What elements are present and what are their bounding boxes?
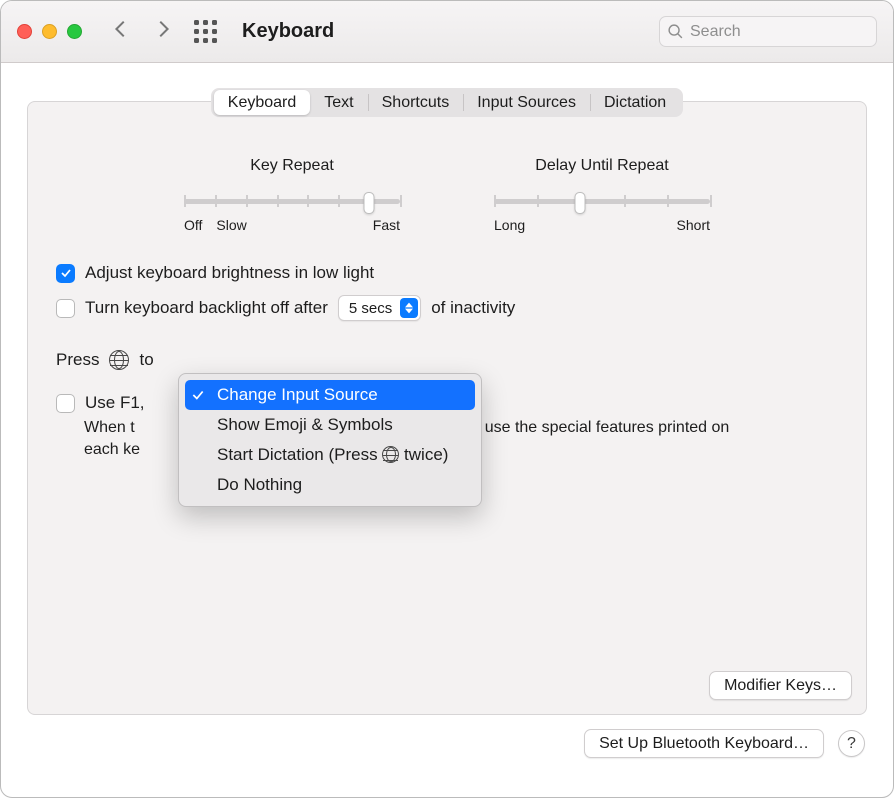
key-repeat-marks: OffSlow Fast (184, 217, 400, 233)
tab-text[interactable]: Text (310, 90, 367, 115)
tab-bar-wrap: Keyboard Text Shortcuts Input Sources Di… (28, 88, 866, 117)
menu-item-show-emoji[interactable]: Show Emoji & Symbols (185, 410, 475, 440)
tab-dictation[interactable]: Dictation (590, 90, 680, 115)
checkmark-icon (189, 388, 207, 402)
use-fn-label: Use F1, (85, 393, 145, 413)
search-input[interactable] (659, 16, 877, 47)
help-button[interactable]: ? (838, 730, 865, 757)
modifier-keys-button[interactable]: Modifier Keys… (709, 671, 852, 700)
tab-keyboard[interactable]: Keyboard (214, 90, 311, 115)
tab-shortcuts[interactable]: Shortcuts (368, 90, 464, 115)
backlight-off-label-before: Turn keyboard backlight off after (85, 298, 328, 318)
setup-bluetooth-button[interactable]: Set Up Bluetooth Keyboard… (584, 729, 824, 758)
delay-slider[interactable] (494, 189, 710, 211)
close-window-button[interactable] (17, 24, 32, 39)
menu-item-label: Change Input Source (217, 385, 378, 405)
row-adjust-brightness: Adjust keyboard brightness in low light (56, 263, 838, 283)
delay-thumb[interactable] (575, 192, 586, 214)
menu-item-label: Do Nothing (217, 475, 302, 495)
sliders-row: Key Repeat OffSlow (28, 157, 866, 233)
tab-bar: Keyboard Text Shortcuts Input Sources Di… (211, 88, 683, 117)
back-button[interactable] (110, 18, 132, 45)
show-all-icon[interactable] (194, 20, 218, 44)
key-repeat-thumb[interactable] (364, 192, 375, 214)
prefs-body: Keyboard Text Shortcuts Input Sources Di… (1, 63, 893, 784)
row-backlight-off: Turn keyboard backlight off after 5 secs… (56, 295, 838, 321)
search-icon (667, 23, 684, 40)
press-globe-label-after: to (139, 350, 153, 370)
menu-item-change-input-source[interactable]: Change Input Source (185, 380, 475, 410)
key-repeat-slider[interactable] (184, 189, 400, 211)
footer-row: Set Up Bluetooth Keyboard… ? (27, 729, 867, 758)
backlight-off-checkbox[interactable] (56, 299, 75, 318)
window: Keyboard Keyboard Text Shortcuts Input S… (0, 0, 894, 798)
tab-input-sources[interactable]: Input Sources (463, 90, 590, 115)
press-globe-menu[interactable]: Change Input Source Show Emoji & Symbols… (178, 373, 482, 507)
nav-controls (110, 18, 218, 45)
delay-label: Delay Until Repeat (494, 157, 710, 175)
menu-item-label: Show Emoji & Symbols (217, 415, 393, 435)
titlebar: Keyboard (1, 1, 893, 63)
delay-marks: Long Short (494, 217, 710, 233)
backlight-off-label-after: of inactivity (431, 298, 515, 318)
window-controls (17, 24, 82, 39)
forward-button[interactable] (152, 18, 174, 45)
window-title: Keyboard (242, 20, 334, 43)
panel: Keyboard Text Shortcuts Input Sources Di… (27, 101, 867, 715)
adjust-brightness-label: Adjust keyboard brightness in low light (85, 263, 374, 283)
key-repeat-group: Key Repeat OffSlow (184, 157, 400, 233)
adjust-brightness-checkbox[interactable] (56, 264, 75, 283)
use-fn-checkbox[interactable] (56, 394, 75, 413)
press-globe-label-before: Press (56, 350, 99, 370)
menu-item-label: Start Dictation (Press twice) (217, 445, 448, 465)
minimize-window-button[interactable] (42, 24, 57, 39)
backlight-off-popup[interactable]: 5 secs (338, 295, 421, 321)
globe-icon (109, 350, 129, 370)
zoom-window-button[interactable] (67, 24, 82, 39)
search-field-wrap (659, 16, 877, 47)
key-repeat-label: Key Repeat (184, 157, 400, 175)
delay-group: Delay Until Repeat Long Short (494, 157, 710, 233)
menu-item-start-dictation[interactable]: Start Dictation (Press twice) (185, 440, 475, 470)
row-press-globe: Press to Change Input Source (56, 347, 838, 373)
backlight-off-value: 5 secs (349, 300, 392, 317)
menu-item-do-nothing[interactable]: Do Nothing (185, 470, 475, 500)
popup-arrows-icon (400, 298, 418, 318)
